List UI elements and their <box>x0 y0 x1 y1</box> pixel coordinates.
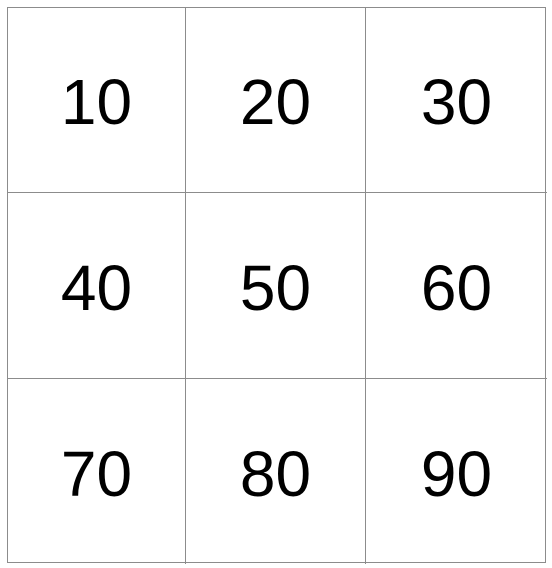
grid-cell: 50 <box>186 193 366 379</box>
grid-cell: 20 <box>186 8 366 193</box>
grid-cell: 90 <box>420 437 493 510</box>
number-grid: 10 20 30 40 50 60 70 80 90 <box>7 7 547 564</box>
grid-cell: 60 <box>366 193 547 379</box>
grid-cell: 10 <box>8 8 186 193</box>
grid-cell: 70 <box>8 379 186 564</box>
grid-cell: 40 <box>8 193 186 379</box>
grid-cell: 80 <box>186 379 366 564</box>
grid-cell: 30 <box>366 8 547 193</box>
